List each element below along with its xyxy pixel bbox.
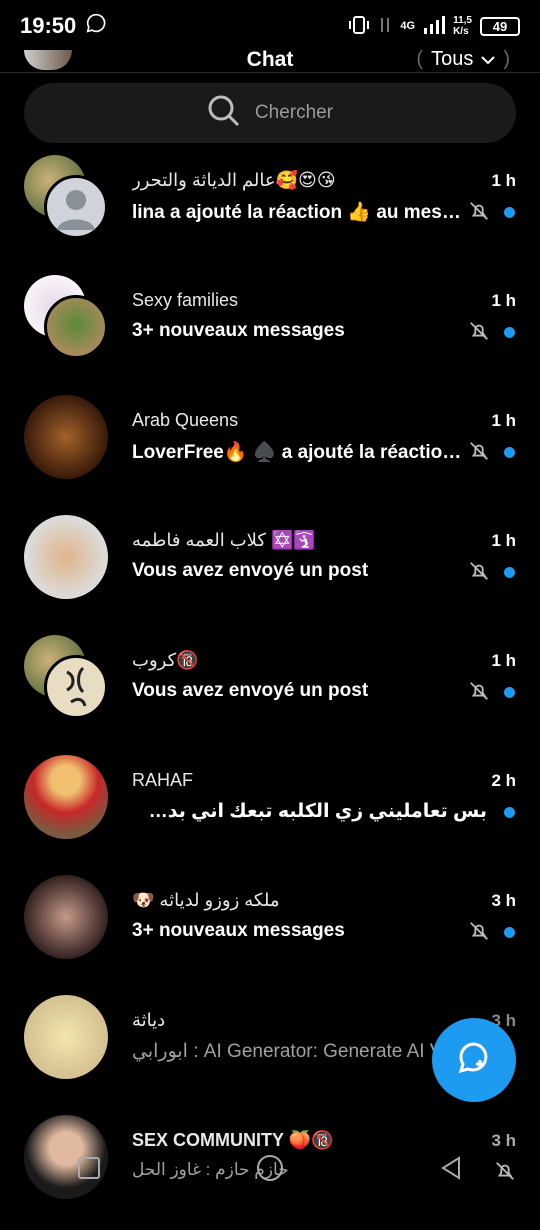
conversation-name: كلاب العمه فاطمه ✡️🛐	[132, 530, 316, 550]
system-nav-bar	[0, 1140, 540, 1200]
conversation-name: RAHAF	[132, 770, 194, 790]
recents-button[interactable]	[76, 1155, 102, 1186]
conversation-row[interactable]: Sexy families 1 h 3+ nouveaux messages	[0, 270, 540, 390]
unread-dot	[504, 327, 515, 338]
unread-dot	[504, 687, 515, 698]
group-avatar	[24, 275, 108, 359]
conversation-name: Arab Queens	[132, 410, 239, 430]
search-icon	[207, 94, 241, 133]
group-avatar	[24, 635, 108, 719]
whatsapp-icon	[86, 13, 106, 39]
new-message-icon	[454, 1038, 494, 1083]
conversation-row[interactable]: RAHAF 2 h بس تعامليني زي الكلبه تبعك اني…	[0, 750, 540, 870]
conversation-row[interactable]: كلاب العمه فاطمه ✡️🛐 1 h Vous avez envoy…	[0, 510, 540, 630]
conversation-name: دياثة	[132, 1010, 166, 1030]
conversation-preview: LoverFree🔥 ♠️ a ajouté la réaction...	[132, 442, 462, 463]
conversation-preview: Vous avez envoyé un post	[132, 680, 369, 701]
group-avatar	[24, 395, 108, 479]
unread-dot	[504, 447, 515, 458]
conversation-time: 3 h	[491, 891, 516, 910]
net-speed-unit: K/s	[453, 26, 469, 37]
group-avatar	[24, 515, 108, 599]
chevron-down-icon	[481, 48, 496, 71]
network-type: 4G	[400, 20, 416, 32]
conversation-name: 🐶 ملكه زوزو لدياثه	[132, 890, 280, 910]
bell-off-icon	[468, 560, 490, 582]
conversation-time: 2 h	[491, 771, 516, 790]
conversation-row[interactable]: 🐶 ملكه زوزو لدياثه 3 h 3+ nouveaux messa…	[0, 870, 540, 990]
conversation-time: 1 h	[491, 531, 516, 550]
conversation-name: عالم الدياثة والتحرر🥰😍😘	[132, 170, 336, 190]
conversation-time: 1 h	[491, 171, 516, 190]
conversation-preview: 3+ nouveaux messages	[132, 920, 345, 941]
bell-off-icon	[468, 200, 490, 222]
back-button[interactable]	[438, 1155, 464, 1186]
battery-indicator: 49	[480, 16, 520, 36]
conversation-preview: Vous avez envoyé un post	[132, 560, 369, 581]
vibrate-icon	[348, 15, 370, 37]
unread-dot	[504, 567, 515, 578]
conversation-time: 1 h	[491, 291, 516, 310]
conversation-time: 1 h	[491, 651, 516, 670]
chat-header: Chat ( Tous )	[0, 48, 540, 73]
group-avatar	[24, 875, 108, 959]
filter-dropdown[interactable]: ( Tous )	[416, 48, 510, 71]
conversation-preview: بس تعامليني زي الكلبه تبعك اني بدي اصير …	[132, 801, 487, 822]
group-avatar	[24, 995, 108, 1079]
bell-off-icon	[468, 680, 490, 702]
net-speed-value: 11,5	[453, 15, 472, 26]
conversation-row[interactable]: Arab Queens 1 h LoverFree🔥 ♠️ a ajouté l…	[0, 390, 540, 510]
status-time: 19:50	[20, 13, 77, 38]
bell-off-icon	[468, 320, 490, 342]
signal-icon	[423, 15, 446, 37]
home-button[interactable]	[255, 1153, 285, 1188]
new-chat-button[interactable]	[432, 1018, 516, 1102]
unread-dot	[504, 207, 515, 218]
conversation-time: 1 h	[491, 411, 516, 430]
conversation-row[interactable]: كروب🔞 1 h Vous avez envoyé un post	[0, 630, 540, 750]
bell-off-icon	[468, 920, 490, 942]
conversation-preview: lina a ajouté la réaction 👍 au mess...	[132, 202, 462, 223]
bell-off-icon	[468, 440, 490, 462]
status-bar: 19:50 4G 11,5 K/s 49	[0, 0, 540, 52]
conversation-row[interactable]: عالم الدياثة والتحرر🥰😍😘 1 h lina a ajout…	[0, 150, 540, 270]
search-bar[interactable]: Chercher	[24, 83, 516, 143]
conversation-preview: 3+ nouveaux messages	[132, 320, 345, 341]
conversation-name: Sexy families	[132, 290, 239, 310]
data-arrows-icon	[378, 16, 392, 37]
conversation-preview: ابورابي : AI Generator: Generate AI V...	[132, 1041, 457, 1062]
user-avatar	[24, 755, 108, 839]
net-speed: 11,5 K/s	[453, 15, 472, 37]
filter-label: Tous	[431, 48, 474, 70]
unread-dot	[504, 807, 515, 818]
unread-dot	[504, 927, 515, 938]
conversation-name: كروب🔞	[132, 650, 199, 670]
search-placeholder: Chercher	[254, 102, 334, 123]
group-avatar	[24, 155, 108, 239]
